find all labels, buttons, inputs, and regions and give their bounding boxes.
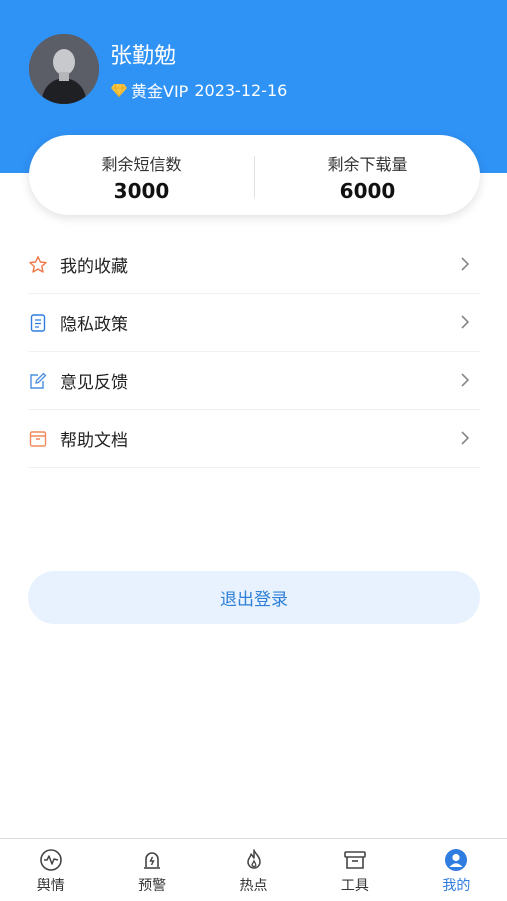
bottom-tab-bar: 舆情 预警 热点 工具 我的	[0, 838, 507, 901]
vip-expiry-date: 2023-12-16	[194, 80, 288, 100]
avatar-image	[29, 34, 99, 104]
download-value: 6000	[339, 179, 396, 203]
tab-label: 工具	[340, 878, 369, 894]
tab-label: 舆情	[36, 878, 65, 894]
tab-hotspot[interactable]: 热点	[203, 839, 304, 901]
alarm-icon	[144, 852, 161, 869]
tab-tools[interactable]: 工具	[304, 839, 405, 901]
menu-item-feedback[interactable]: 意见反馈	[28, 352, 480, 410]
menu-item-privacy[interactable]: 隐私政策	[28, 294, 480, 352]
tab-label: 预警	[138, 878, 167, 894]
sms-value: 3000	[113, 179, 170, 203]
menu-item-favorites[interactable]: 我的收藏	[28, 236, 480, 294]
download-label: 剩余下载量	[327, 155, 408, 174]
chevron-right-icon	[461, 373, 470, 387]
menu-label: 我的收藏	[60, 257, 128, 277]
archive-icon	[28, 429, 48, 449]
stats-card: 剩余短信数 3000 剩余下载量 6000	[29, 135, 480, 215]
settings-menu: 我的收藏 隐私政策 意见反馈 帮助文档	[28, 236, 480, 468]
edit-icon	[28, 371, 48, 391]
download-stat: 剩余下载量 6000	[255, 151, 480, 203]
avatar[interactable]	[29, 34, 99, 104]
tab-label: 我的	[442, 878, 471, 894]
chevron-right-icon	[461, 257, 470, 271]
user-icon	[445, 849, 468, 871]
tab-label: 热点	[239, 878, 268, 894]
document-icon	[28, 313, 48, 333]
username: 张勤勉	[110, 44, 177, 69]
logout-button[interactable]: 退出登录	[28, 571, 480, 624]
sms-stat: 剩余短信数 3000	[29, 151, 254, 203]
sms-label: 剩余短信数	[101, 155, 182, 174]
menu-label: 隐私政策	[60, 315, 128, 335]
toolbox-icon	[344, 851, 366, 869]
flame-icon	[246, 849, 261, 869]
menu-label: 意见反馈	[60, 373, 128, 393]
pulse-icon	[39, 849, 62, 871]
tab-mine[interactable]: 我的	[406, 839, 507, 901]
star-icon	[28, 255, 48, 275]
vip-badge-row: 黄金VIP 2023-12-16	[111, 78, 287, 102]
chevron-right-icon	[461, 431, 470, 445]
tab-alert[interactable]: 预警	[101, 839, 202, 901]
chevron-right-icon	[461, 315, 470, 329]
menu-label: 帮助文档	[60, 431, 128, 451]
menu-item-help[interactable]: 帮助文档	[28, 410, 480, 468]
vip-level: 黄金VIP	[131, 82, 189, 101]
tab-sentiment[interactable]: 舆情	[0, 839, 101, 901]
diamond-icon	[111, 83, 127, 97]
